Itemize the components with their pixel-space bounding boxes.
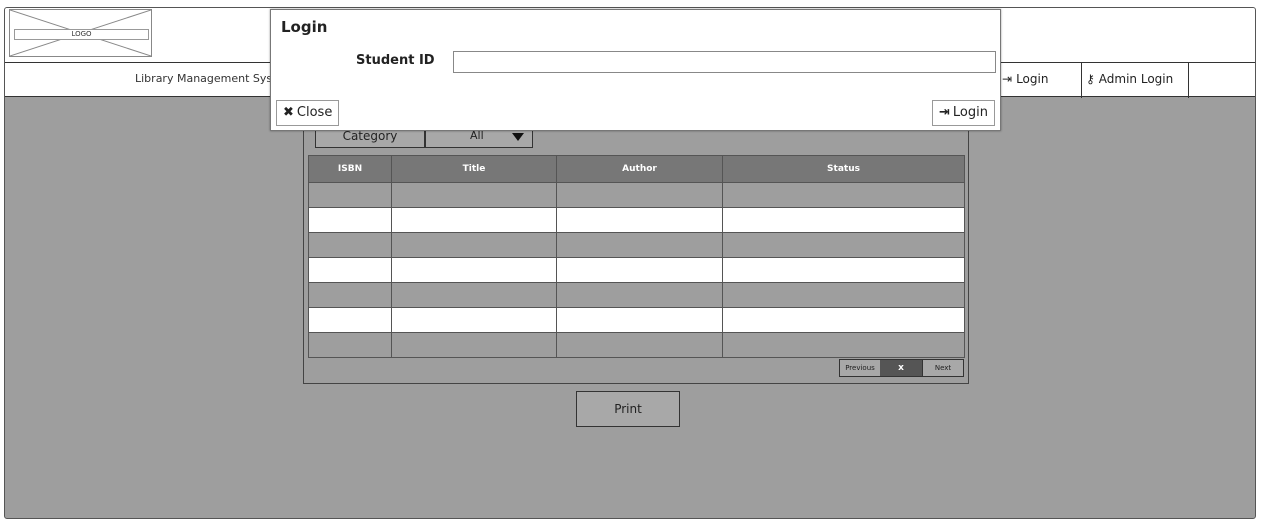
key-icon: ⚷ [1086, 72, 1095, 86]
table-cell [308, 307, 392, 333]
student-id-label: Student ID [356, 53, 435, 68]
print-button[interactable]: Print [576, 391, 680, 427]
books-table: ISBN Title Author Status [308, 155, 965, 358]
next-page-button[interactable]: Next [922, 360, 963, 376]
table-cell [722, 207, 965, 233]
previous-page-button[interactable]: Previous [840, 360, 880, 376]
table-cell [722, 257, 965, 283]
logo: LOGO [9, 9, 152, 57]
nav-admin-login-button[interactable]: ⚷ Admin Login [1081, 63, 1189, 98]
chevron-down-icon [512, 133, 524, 141]
table-cell [722, 332, 965, 358]
current-page-indicator[interactable]: x [880, 360, 922, 376]
login-dialog: Login Student ID ✖ Close ⇥ Login [270, 9, 1001, 131]
table-cell [556, 332, 723, 358]
table-row[interactable] [308, 257, 965, 283]
table-cell [308, 257, 392, 283]
table-row[interactable] [308, 232, 965, 258]
table-row[interactable] [308, 282, 965, 308]
table-cell [722, 282, 965, 308]
table-cell [308, 332, 392, 358]
table-cell [391, 257, 557, 283]
table-cell [556, 232, 723, 258]
table-header-row: ISBN Title Author Status [308, 155, 965, 183]
column-header-status[interactable]: Status [722, 155, 965, 183]
table-cell [556, 307, 723, 333]
table-cell [391, 232, 557, 258]
table-cell [391, 282, 557, 308]
column-header-title[interactable]: Title [391, 155, 557, 183]
pagination: Previous x Next [839, 359, 964, 377]
table-cell [391, 182, 557, 208]
table-cell [722, 307, 965, 333]
table-row[interactable] [308, 307, 965, 333]
logo-label: LOGO [14, 29, 149, 40]
table-row[interactable] [308, 207, 965, 233]
table-cell [556, 257, 723, 283]
column-header-isbn[interactable]: ISBN [308, 155, 392, 183]
table-cell [556, 207, 723, 233]
nav-login-button[interactable]: ⇥ Login [997, 63, 1081, 98]
table-cell [556, 282, 723, 308]
table-row[interactable] [308, 182, 965, 208]
student-id-input[interactable] [453, 51, 996, 73]
table-cell [391, 332, 557, 358]
nav-admin-login-label: Admin Login [1098, 72, 1174, 86]
table-row[interactable] [308, 332, 965, 358]
table-cell [391, 307, 557, 333]
nav-login-label: Login [1016, 72, 1049, 86]
table-cell [308, 282, 392, 308]
table-cell [391, 207, 557, 233]
table-cell [722, 182, 965, 208]
table-cell [308, 207, 392, 233]
table-cell [308, 232, 392, 258]
table-cell [722, 232, 965, 258]
login-button[interactable]: ⇥ Login [932, 100, 995, 126]
close-label: Close [296, 105, 333, 120]
table-cell [308, 182, 392, 208]
column-header-author[interactable]: Author [556, 155, 723, 183]
close-icon: ✖ [283, 105, 294, 120]
sign-in-icon: ⇥ [1002, 72, 1013, 86]
dialog-title: Login [281, 18, 328, 36]
login-label: Login [952, 105, 988, 120]
table-cell [556, 182, 723, 208]
sign-in-icon: ⇥ [939, 105, 950, 120]
close-button[interactable]: ✖ Close [276, 100, 340, 126]
